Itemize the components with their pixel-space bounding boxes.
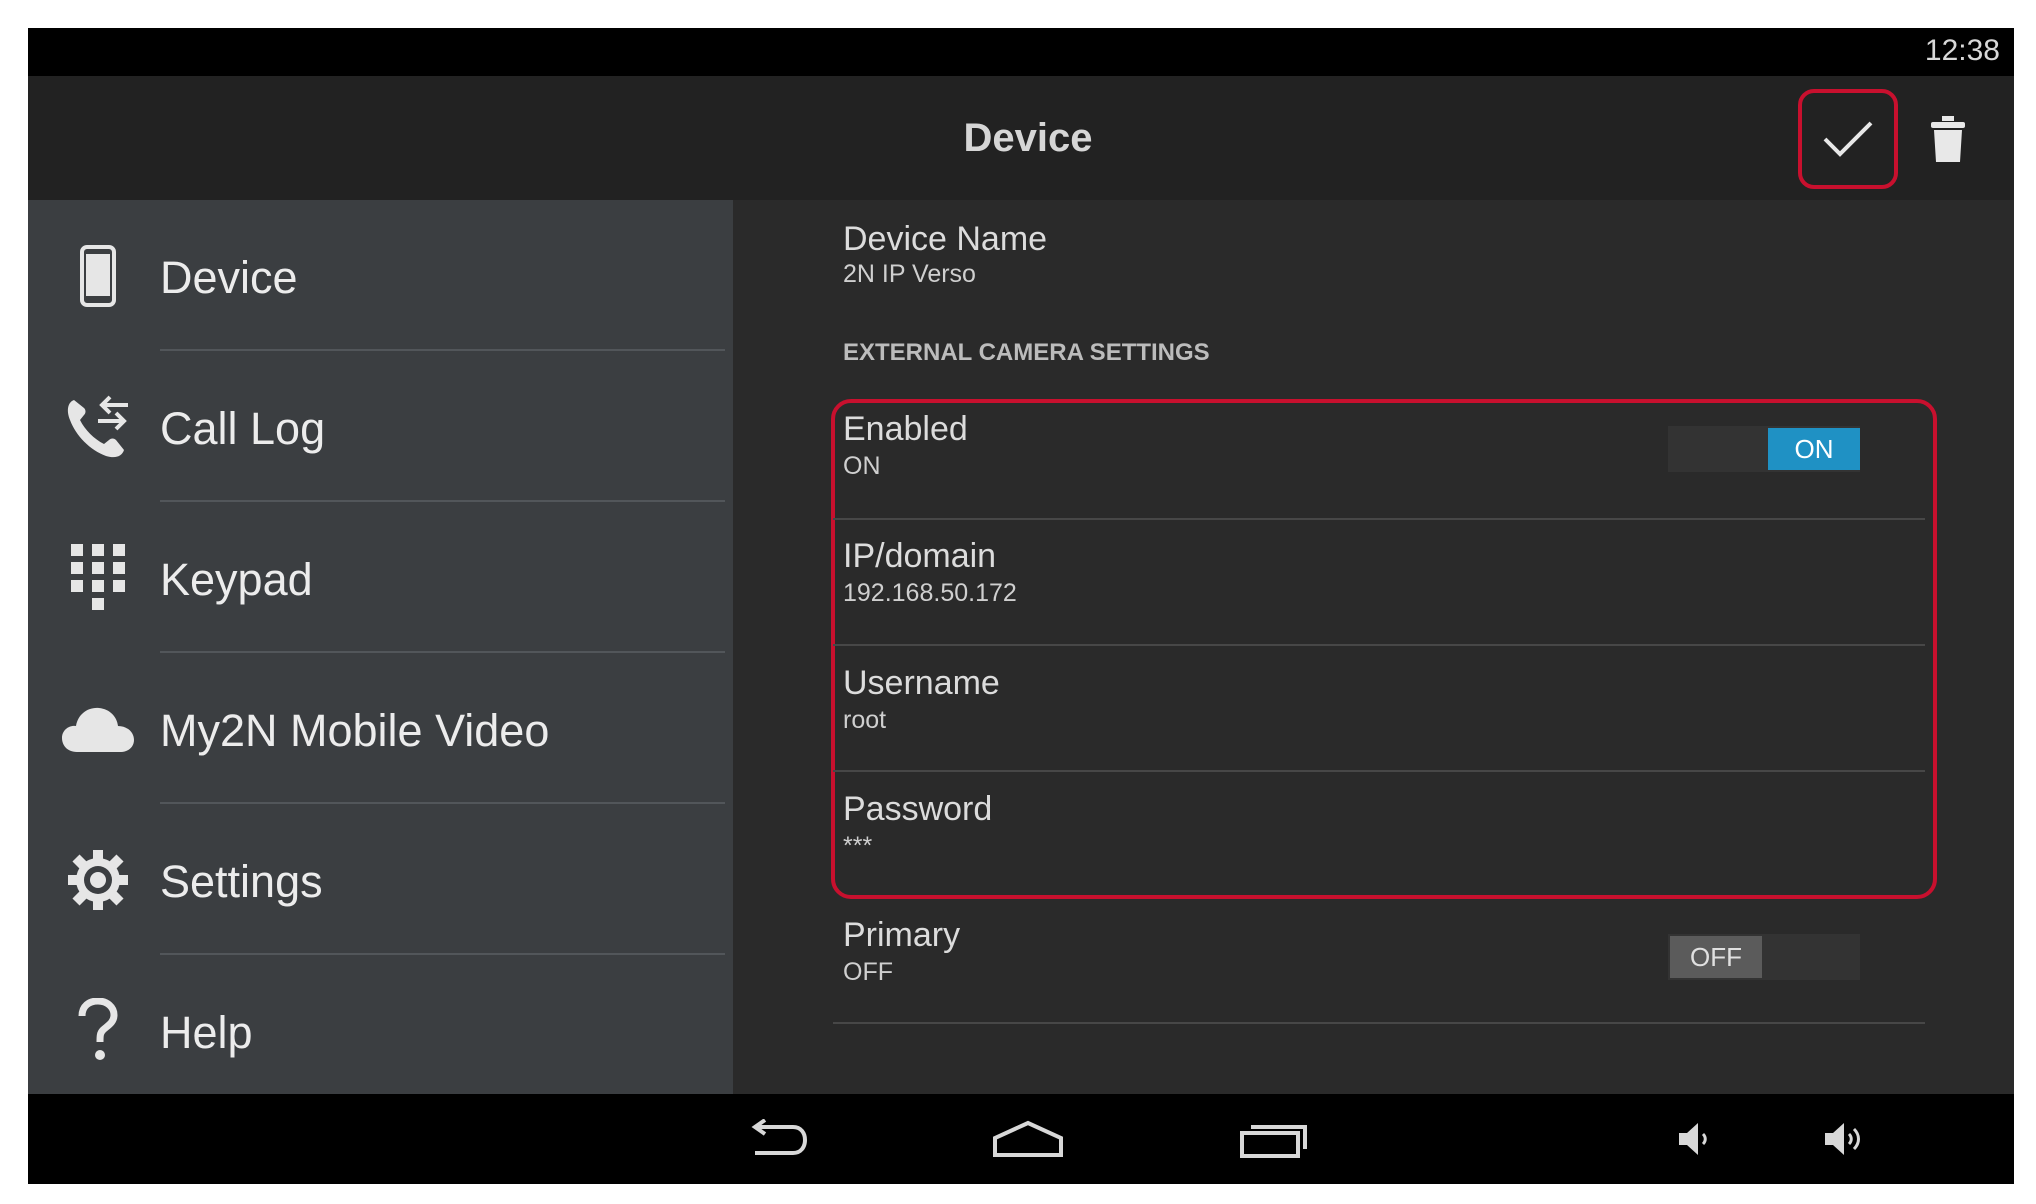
- device-screen: 12:38 Device Device Call Log Keypad My2N…: [28, 28, 2014, 1184]
- setting-value: OFF: [843, 958, 893, 986]
- sidebar-item-label: Settings: [160, 856, 323, 907]
- back-icon: [751, 1119, 808, 1155]
- setting-title: Password: [843, 790, 993, 828]
- primary-toggle[interactable]: OFF: [1668, 934, 1860, 980]
- highlight-box: [831, 399, 1937, 899]
- action-bar: Device: [28, 76, 2014, 200]
- setting-title: Primary: [843, 916, 961, 954]
- setting-title: IP/domain: [843, 537, 997, 575]
- sidebar-item-device[interactable]: Device: [28, 200, 733, 351]
- setting-value: root: [843, 706, 887, 734]
- setting-value: 192.168.50.172: [843, 579, 1017, 607]
- sidebar-item-label: Call Log: [160, 403, 326, 454]
- setting-title: Device Name: [843, 220, 1048, 258]
- page-title: Device: [963, 116, 1093, 160]
- volume-up-icon: [1825, 1123, 1860, 1155]
- recent-apps-button[interactable]: [1224, 1106, 1324, 1172]
- setting-value: 2N IP Verso: [843, 260, 976, 288]
- navigation-bar: [28, 1094, 2014, 1184]
- divider: [833, 518, 1925, 520]
- setting-value: ON: [843, 452, 881, 480]
- help-icon: [58, 995, 138, 1067]
- keypad-icon: [58, 542, 138, 614]
- cloud-icon: [58, 693, 138, 765]
- trash-icon: [1931, 116, 1965, 162]
- volume-up-button[interactable]: [1814, 1106, 1874, 1172]
- home-icon: [993, 1120, 1063, 1157]
- setting-value: ***: [843, 832, 873, 860]
- setting-title: Enabled: [843, 410, 968, 448]
- sidebar-item-label: Keypad: [160, 554, 313, 605]
- delete-button[interactable]: [1923, 106, 1973, 172]
- call-log-icon: [58, 391, 138, 463]
- divider: [833, 644, 1925, 646]
- toggle-knob: OFF: [1670, 936, 1762, 978]
- sidebar-item-label: My2N Mobile Video: [160, 705, 550, 756]
- volume-down-button[interactable]: [1668, 1106, 1718, 1172]
- home-button[interactable]: [978, 1106, 1078, 1172]
- checkmark-icon: [1823, 121, 1873, 157]
- divider: [833, 1022, 1925, 1024]
- enabled-toggle[interactable]: ON: [1668, 426, 1860, 472]
- setting-title: Username: [843, 664, 1000, 702]
- divider: [833, 770, 1925, 772]
- gear-icon: [58, 844, 138, 916]
- save-button[interactable]: [1798, 89, 1898, 189]
- volume-down-icon: [1679, 1123, 1707, 1155]
- phone-icon: [58, 240, 138, 312]
- sidebar-item-label: Help: [160, 1007, 253, 1058]
- sidebar: Device Call Log Keypad My2N Mobile Video…: [28, 200, 733, 1094]
- sidebar-item-my2n-mobile-video[interactable]: My2N Mobile Video: [28, 653, 733, 804]
- sidebar-item-label: Device: [160, 252, 298, 303]
- sidebar-item-keypad[interactable]: Keypad: [28, 502, 733, 653]
- clock: 12:38: [1924, 34, 2000, 67]
- sidebar-item-call-log[interactable]: Call Log: [28, 351, 733, 502]
- sidebar-item-help[interactable]: Help: [28, 955, 733, 1106]
- toggle-knob: ON: [1768, 428, 1860, 470]
- section-header: EXTERNAL CAMERA SETTINGS: [843, 339, 1210, 366]
- recent-apps-icon: [1240, 1125, 1307, 1158]
- device-settings-panel: Device Name 2N IP Verso EXTERNAL CAMERA …: [733, 200, 2014, 1094]
- back-button[interactable]: [736, 1106, 816, 1172]
- sidebar-item-settings[interactable]: Settings: [28, 804, 733, 955]
- status-bar: 12:38: [28, 28, 2014, 76]
